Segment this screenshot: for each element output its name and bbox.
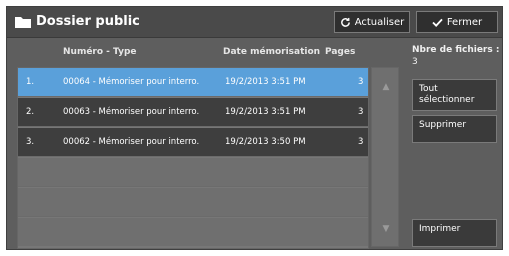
row-pages: 3 (358, 77, 364, 87)
empty-row (18, 158, 368, 187)
row-name: 00063 - Mémoriser pour interro. (63, 107, 200, 117)
row-name: 00064 - Mémoriser pour interro. (63, 77, 200, 87)
refresh-label: Actualiser (354, 16, 405, 28)
refresh-button[interactable]: Actualiser (334, 11, 410, 33)
close-label: Fermer (446, 16, 483, 28)
row-pages: 3 (358, 107, 364, 117)
file-list: 1. 00064 - Mémoriser pour interro. 19/2/… (17, 67, 369, 249)
scroll-up-icon[interactable]: ▲ (378, 82, 394, 92)
list-scrollbar[interactable]: ▲ ▼ (371, 67, 399, 247)
header-date: Date mémorisation (223, 47, 321, 57)
row-index: 2. (26, 107, 35, 117)
file-row-1[interactable]: 1. 00064 - Mémoriser pour interro. 19/2/… (18, 68, 368, 97)
row-name: 00062 - Mémoriser pour interro. (63, 137, 200, 147)
row-index: 1. (26, 77, 35, 87)
row-date: 19/2/2013 3:51 PM (225, 77, 306, 87)
row-date: 19/2/2013 3:50 PM (225, 137, 306, 147)
header-pages: Pages (325, 47, 356, 57)
row-pages: 3 (358, 137, 364, 147)
file-count-label: Nbre de fichiers : (412, 45, 500, 55)
delete-button[interactable]: Supprimer (412, 115, 497, 143)
public-folder-window: Dossier public Actualiser Fermer Numéro … (6, 6, 503, 250)
row-date: 19/2/2013 3:51 PM (225, 107, 306, 117)
scroll-down-icon[interactable]: ▼ (378, 224, 394, 234)
close-button[interactable]: Fermer (416, 11, 498, 33)
file-row-2[interactable]: 2. 00063 - Mémoriser pour interro. 19/2/… (18, 98, 368, 127)
title-text: Dossier public (36, 14, 140, 29)
empty-row (18, 188, 368, 217)
print-button[interactable]: Imprimer (412, 219, 497, 247)
file-row-3[interactable]: 3. 00062 - Mémoriser pour interro. 19/2/… (18, 128, 368, 157)
empty-row (18, 218, 368, 246)
header-number-type: Numéro - Type (63, 47, 137, 57)
file-count-value: 3 (412, 57, 418, 67)
refresh-icon (340, 17, 350, 27)
window-title: Dossier public (15, 14, 140, 29)
folder-icon (15, 16, 31, 28)
checkmark-icon (432, 18, 443, 27)
select-all-button[interactable]: Tout sélectionner (412, 79, 497, 111)
title-bar: Dossier public Actualiser Fermer (7, 7, 502, 38)
row-index: 3. (26, 137, 35, 147)
